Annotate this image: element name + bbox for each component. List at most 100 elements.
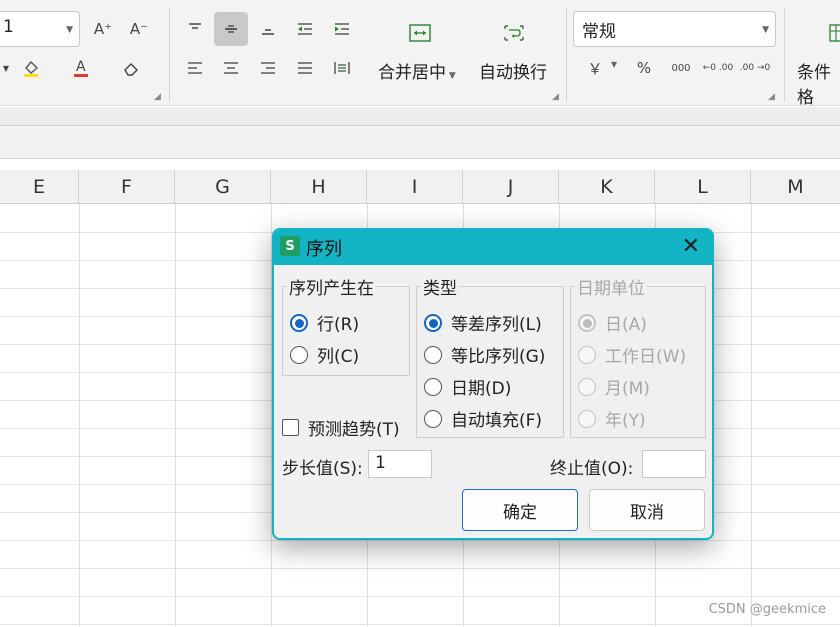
wrap-text-icon[interactable] <box>497 16 531 50</box>
radio-autofill[interactable]: 自动填充(F) <box>424 406 542 431</box>
align-top-button[interactable] <box>178 12 212 46</box>
cancel-button[interactable]: 取消 <box>589 489 705 531</box>
close-icon[interactable]: ✕ <box>682 234 700 259</box>
font-size-value: 1 <box>3 17 14 37</box>
stop-value-label: 终止值(O): <box>550 459 634 479</box>
dialog-launcher-icon[interactable]: ◢ <box>552 92 559 102</box>
radio-month: 月(M) <box>578 374 650 399</box>
grid-line <box>0 624 840 625</box>
column-header[interactable]: K <box>559 170 655 204</box>
grid-line <box>751 204 752 627</box>
radio-arithmetic[interactable]: 等差序列(L) <box>424 310 542 335</box>
radio-label: 月(M) <box>605 379 650 399</box>
ok-button[interactable]: 确定 <box>462 489 578 531</box>
radio-button[interactable] <box>290 345 308 364</box>
column-header[interactable]: F <box>79 170 175 204</box>
align-middle-button[interactable] <box>214 12 248 46</box>
thousands-separator-icon: 000 <box>671 62 691 74</box>
dialog-titlebar[interactable]: S 序列 ✕ <box>274 230 712 265</box>
conditional-format-icon[interactable] <box>822 16 840 50</box>
fill-color-button[interactable] <box>14 51 48 85</box>
merge-center-icon[interactable] <box>403 16 437 50</box>
decrease-indent-button[interactable] <box>288 12 322 46</box>
radio-geometric[interactable]: 等比序列(G) <box>424 342 545 367</box>
radio-label: 等比序列(G) <box>451 347 546 367</box>
conditional-format-button[interactable]: 条件格 <box>797 58 840 108</box>
align-right-button[interactable] <box>251 51 285 85</box>
radio-date[interactable]: 日期(D) <box>424 374 511 399</box>
justify-button[interactable] <box>288 51 322 85</box>
currency-icon: ￥ <box>587 59 603 78</box>
chevron-down-icon: ▼ <box>66 25 73 35</box>
radio-day: 日(A) <box>578 310 647 335</box>
font-size-select[interactable]: 1 ▼ <box>0 11 80 47</box>
font-decrease-button[interactable]: A⁻ <box>122 12 156 46</box>
thousands-separator-button[interactable]: 000 <box>664 51 698 85</box>
chevron-down-icon[interactable]: ▼ <box>0 51 12 85</box>
align-center-button[interactable] <box>214 51 248 85</box>
merge-center-button[interactable]: 合并居中 ▼ <box>378 58 456 83</box>
dialog-launcher-icon[interactable]: ◢ <box>154 92 161 102</box>
align-left-button[interactable] <box>178 51 212 85</box>
step-value-input[interactable]: 1 <box>368 450 432 478</box>
radio-label: 自动填充(F) <box>451 411 543 431</box>
app-logo: S <box>280 236 300 256</box>
increase-decimal-button[interactable]: ←0 .00 <box>700 51 736 85</box>
radio-button[interactable] <box>424 409 442 428</box>
wrap-text-button[interactable]: 自动换行 <box>479 58 547 83</box>
align-middle-icon <box>225 25 237 33</box>
distributed-align-button[interactable] <box>325 51 359 85</box>
formula-bar[interactable] <box>0 125 840 159</box>
radio-button[interactable] <box>290 313 308 332</box>
radio-button[interactable] <box>424 345 442 364</box>
chevron-down-icon[interactable]: ▼ <box>611 60 617 69</box>
align-bottom-icon <box>262 29 274 35</box>
trend-checkbox-row[interactable]: 预测趋势(T) <box>282 415 400 440</box>
trend-checkbox[interactable] <box>282 419 299 436</box>
justify-icon <box>298 62 312 74</box>
spreadsheet-window: 1 ▼ A⁺ A⁻ ▼ A ◢ 合并居中 ▼ 自动换行 ◢ 常规 ▼ ￥ ▼ %… <box>0 0 840 627</box>
radio-row[interactable]: 行(R) <box>290 310 359 335</box>
align-right-icon <box>261 62 275 74</box>
percent-format-button[interactable]: % <box>627 51 661 85</box>
chevron-down-icon: ▼ <box>762 25 769 35</box>
series-dialog: S 序列 ✕ 序列产生在 行(R) 列(C) 类型 等差序列(L) 等比序列(G… <box>272 228 714 540</box>
percent-icon: % <box>636 59 652 77</box>
align-center-icon <box>224 62 238 74</box>
align-bottom-button[interactable] <box>251 12 285 46</box>
ribbon-separator <box>169 8 170 102</box>
eraser-icon <box>124 63 138 76</box>
column-header[interactable]: E <box>0 170 79 204</box>
dialog-launcher-icon[interactable]: ◢ <box>768 92 775 102</box>
ribbon-toolbar: 1 ▼ A⁺ A⁻ ▼ A ◢ 合并居中 ▼ 自动换行 ◢ 常规 ▼ ￥ ▼ %… <box>0 0 840 108</box>
increase-indent-icon <box>335 23 349 35</box>
stop-value-input[interactable] <box>642 450 706 478</box>
align-top-icon <box>189 23 201 29</box>
grid-line <box>0 596 840 597</box>
font-decrease-icon: A⁻ <box>129 20 149 38</box>
font-increase-button[interactable]: A⁺ <box>86 12 120 46</box>
increase-decimal-icon: ←0 .00 <box>702 63 734 73</box>
grid-line <box>0 540 840 541</box>
wrap-text-label: 自动换行 <box>479 63 547 83</box>
font-color-icon: A <box>74 59 88 77</box>
trend-label: 预测趋势(T) <box>308 420 400 440</box>
number-format-select[interactable]: 常规 ▼ <box>573 11 776 47</box>
radio-button[interactable] <box>424 377 442 396</box>
currency-format-button[interactable]: ￥ <box>578 51 612 85</box>
column-header[interactable]: J <box>463 170 559 204</box>
column-header[interactable]: L <box>655 170 751 204</box>
column-header[interactable]: M <box>751 170 840 204</box>
column-header[interactable]: I <box>367 170 463 204</box>
column-header[interactable]: H <box>271 170 367 204</box>
decrease-decimal-button[interactable]: .00 →0 <box>737 51 773 85</box>
clear-format-button[interactable] <box>114 51 148 85</box>
radio-column[interactable]: 列(C) <box>290 342 359 367</box>
grid-line <box>79 204 80 627</box>
font-increase-icon: A⁺ <box>93 20 113 38</box>
radio-button <box>578 377 596 396</box>
column-header[interactable]: G <box>175 170 271 204</box>
radio-button[interactable] <box>424 313 442 332</box>
increase-indent-button[interactable] <box>325 12 359 46</box>
font-color-button[interactable]: A <box>64 51 98 85</box>
